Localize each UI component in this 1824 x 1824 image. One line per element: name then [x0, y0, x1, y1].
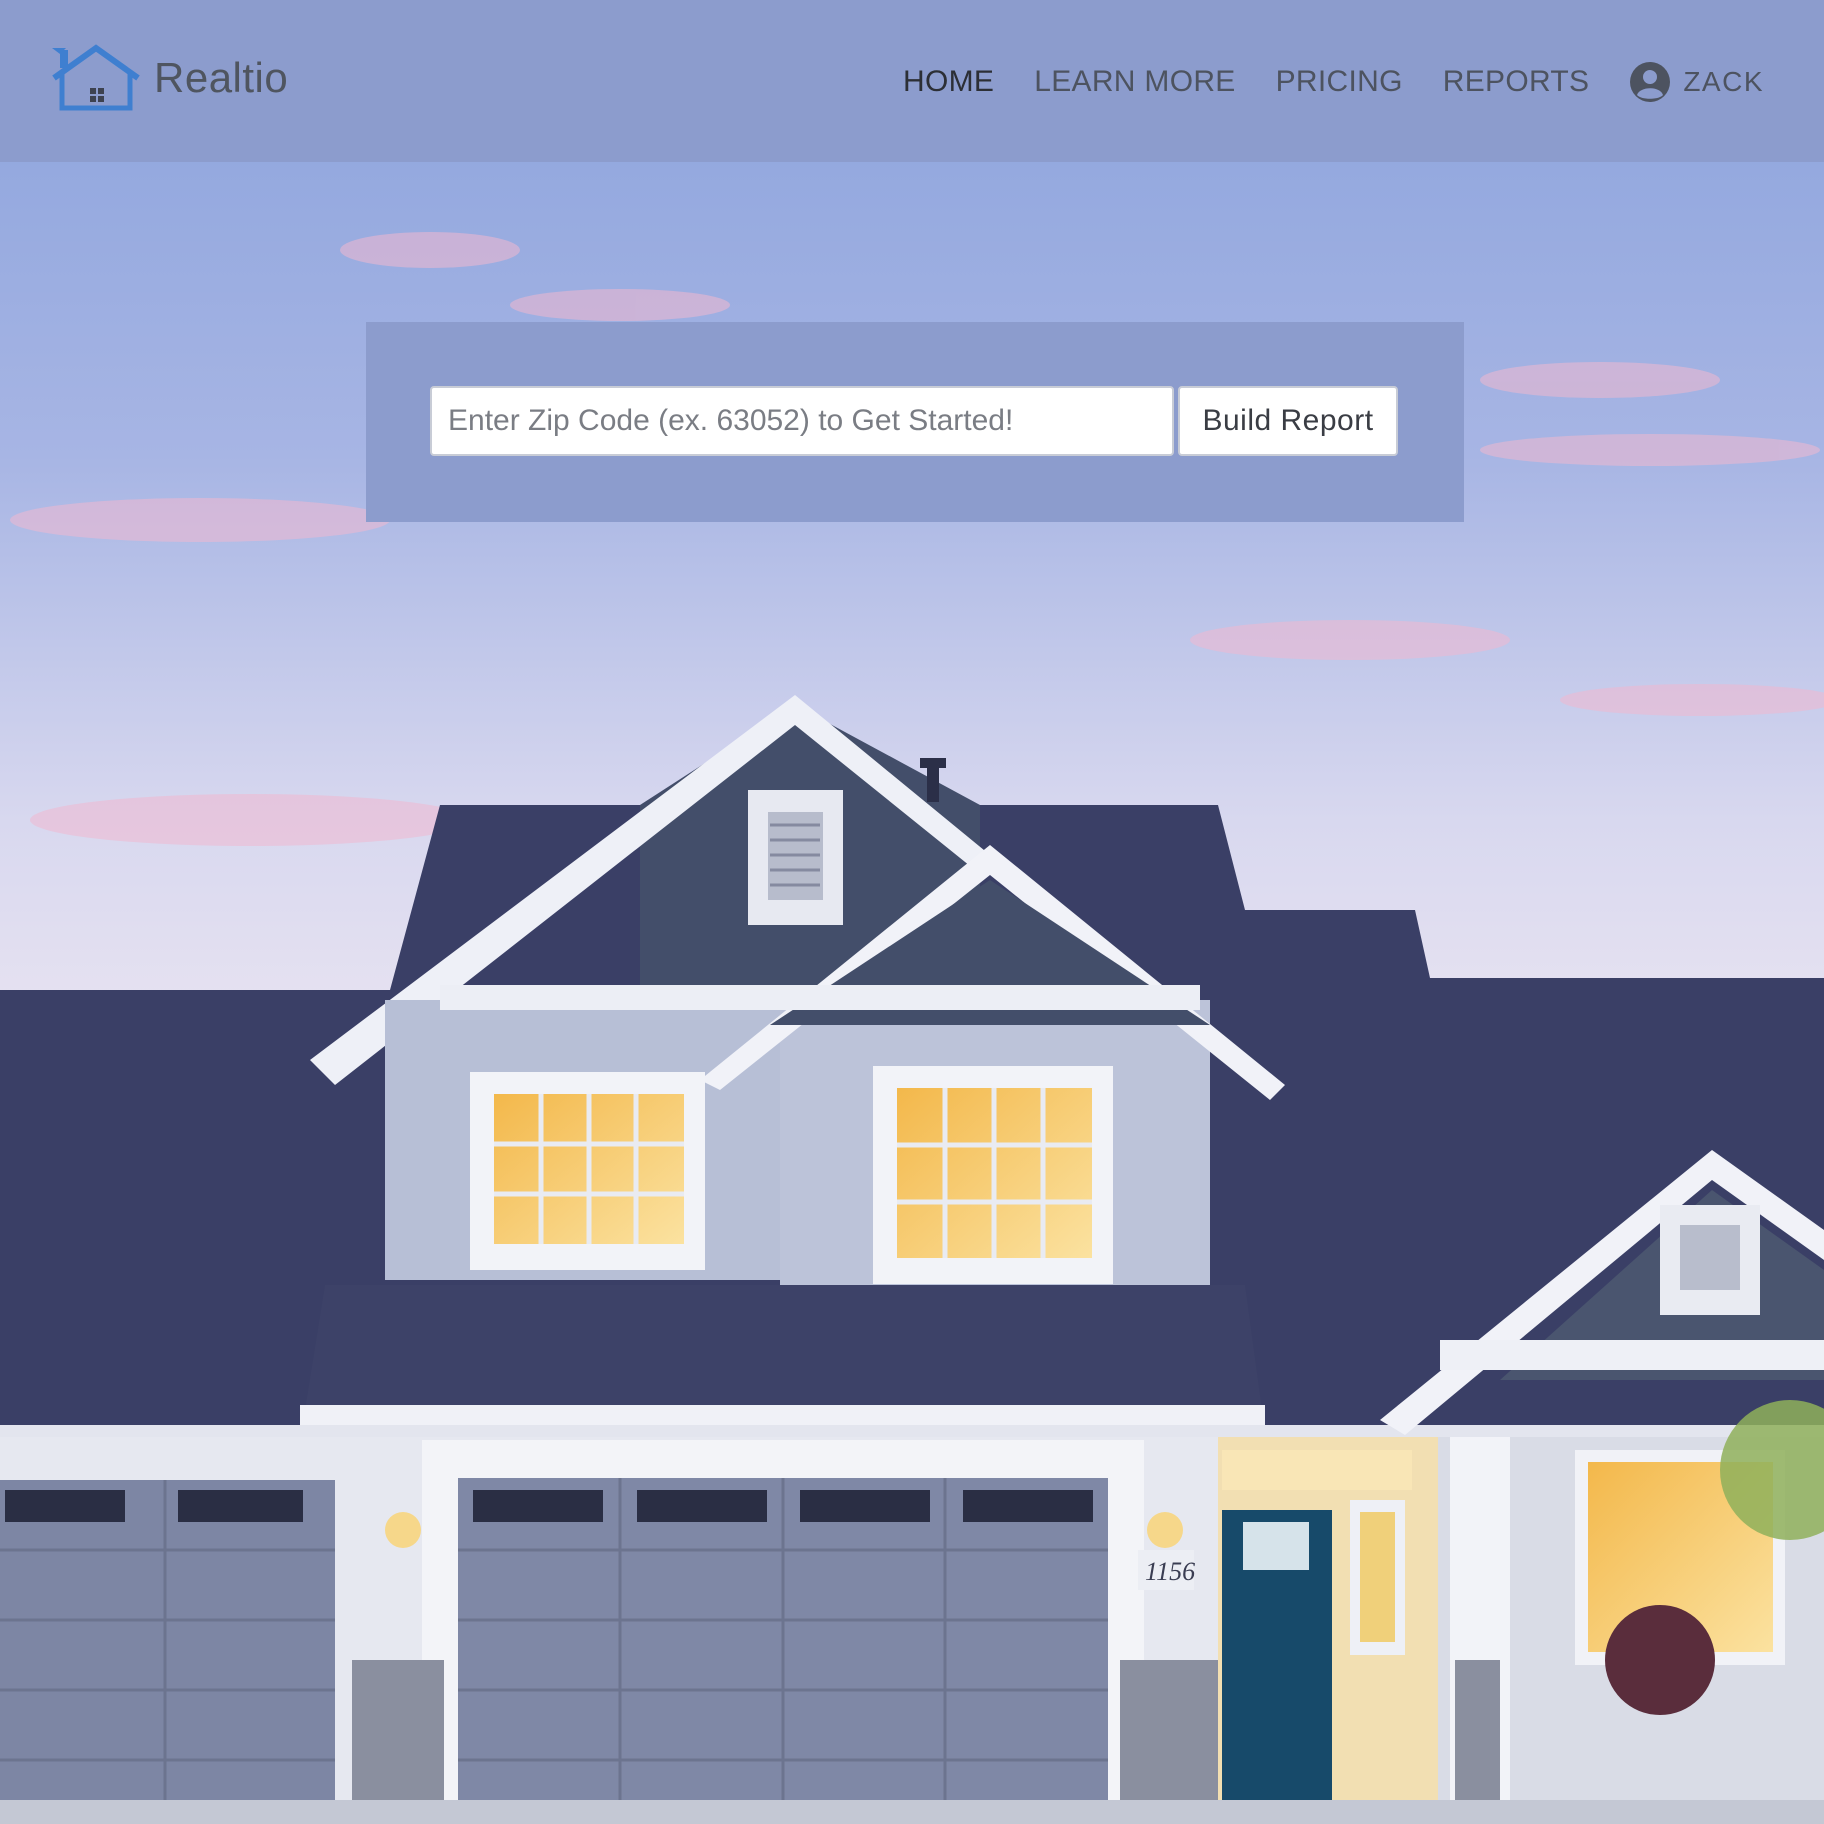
- navbar: Realtio HOME LEARN MORE PRICING REPORTS …: [0, 0, 1824, 162]
- search-panel: Build Report: [366, 322, 1464, 522]
- svg-text:1156: 1156: [1145, 1557, 1195, 1586]
- nav-learn-more[interactable]: LEARN MORE: [1034, 65, 1235, 99]
- nav-home[interactable]: HOME: [903, 65, 994, 99]
- user-name: ZACK: [1683, 66, 1764, 97]
- brand-name: Realtio: [154, 54, 289, 101]
- user-circle-icon: [1630, 62, 1671, 102]
- brand-link[interactable]: Realtio: [50, 44, 288, 112]
- nav-pricing[interactable]: PRICING: [1276, 65, 1403, 99]
- zip-search-form: Build Report: [430, 386, 1398, 456]
- zip-code-input[interactable]: [430, 386, 1174, 456]
- hero-house-image: 1156: [0, 0, 1824, 1824]
- user-menu[interactable]: ZACK: [1629, 61, 1764, 103]
- build-report-button[interactable]: Build Report: [1178, 386, 1398, 456]
- nav-reports[interactable]: REPORTS: [1443, 65, 1590, 99]
- house-icon: [52, 44, 140, 111]
- landing-page: 1156 Realtio HOME LEARN MORE PRICING REP…: [0, 0, 1824, 1824]
- main-nav: HOME LEARN MORE PRICING REPORTS ZACK: [863, 52, 1764, 112]
